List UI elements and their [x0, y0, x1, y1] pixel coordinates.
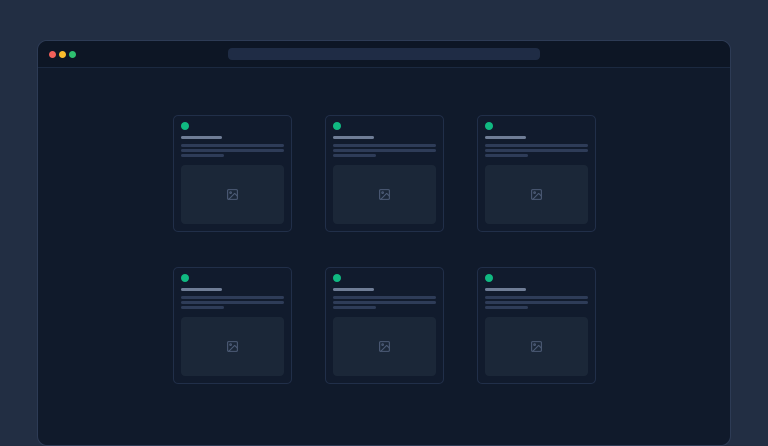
skeleton-text-line	[485, 306, 528, 309]
image-placeholder	[333, 317, 436, 376]
status-dot	[485, 122, 493, 130]
skeleton-title-line	[333, 288, 374, 291]
skeleton-text-line	[181, 301, 284, 304]
title-bar	[38, 41, 730, 68]
skeleton-text-line	[485, 144, 588, 147]
image-placeholder	[333, 165, 436, 224]
image-placeholder	[181, 165, 284, 224]
image-placeholder-icon	[226, 188, 239, 201]
image-placeholder-icon	[226, 340, 239, 353]
skeleton-title-line	[485, 136, 526, 139]
image-placeholder-icon	[378, 340, 391, 353]
skeleton-text-line	[181, 296, 284, 299]
skeleton-text-line	[333, 144, 436, 147]
image-placeholder-icon	[530, 188, 543, 201]
skeleton-text-line	[333, 301, 436, 304]
card[interactable]	[325, 115, 444, 232]
card[interactable]	[325, 267, 444, 384]
status-dot	[485, 274, 493, 282]
skeleton-text-line	[485, 296, 588, 299]
skeleton-title-line	[333, 136, 374, 139]
skeleton-text-line	[333, 306, 376, 309]
skeleton-text-line	[181, 306, 224, 309]
image-placeholder	[485, 317, 588, 376]
status-dot	[333, 122, 341, 130]
skeleton-text-line	[485, 149, 588, 152]
image-placeholder	[181, 317, 284, 376]
image-placeholder-icon	[378, 188, 391, 201]
card-grid	[173, 115, 596, 384]
skeleton-text-line	[485, 301, 588, 304]
skeleton-text-line	[333, 154, 376, 157]
card[interactable]	[477, 115, 596, 232]
close-button[interactable]	[49, 51, 56, 58]
skeleton-text-line	[181, 144, 284, 147]
traffic-lights	[49, 51, 76, 58]
card[interactable]	[173, 115, 292, 232]
image-placeholder	[485, 165, 588, 224]
skeleton-text-line	[485, 154, 528, 157]
status-dot	[181, 122, 189, 130]
skeleton-text-line	[333, 296, 436, 299]
status-dot	[181, 274, 189, 282]
card[interactable]	[477, 267, 596, 384]
skeleton-title-line	[485, 288, 526, 291]
skeleton-text-line	[333, 149, 436, 152]
minimize-button[interactable]	[59, 51, 66, 58]
maximize-button[interactable]	[69, 51, 76, 58]
skeleton-title-line	[181, 288, 222, 291]
status-dot	[333, 274, 341, 282]
content-area	[38, 68, 730, 384]
skeleton-text-line	[181, 154, 224, 157]
skeleton-text-line	[181, 149, 284, 152]
url-bar[interactable]	[228, 48, 540, 60]
image-placeholder-icon	[530, 340, 543, 353]
card[interactable]	[173, 267, 292, 384]
skeleton-title-line	[181, 136, 222, 139]
browser-window	[37, 40, 731, 446]
